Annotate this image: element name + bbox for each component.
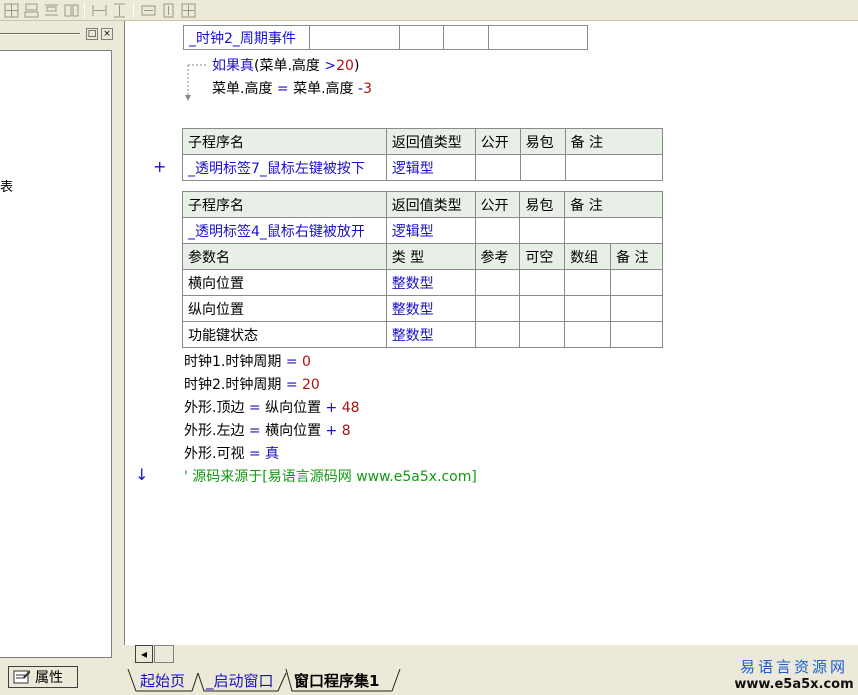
header-cell: 子程序名 [182,128,387,155]
event-table: _时钟2_周期事件 [183,25,588,50]
header-cell: 返回值类型 [385,128,476,155]
center-icon[interactable] [179,1,198,20]
tab-startup-window[interactable]: _启动窗口 [206,669,274,693]
flow-guide-icon [185,64,208,101]
stretch-v-icon[interactable] [159,1,178,20]
table-row: 参数名 类 型 参考 可空 数组 备 注 [182,243,663,270]
tab-start-page[interactable]: 起始页 [140,669,185,693]
header-cell: 备 注 [564,128,664,155]
layout-icon-4[interactable] [62,1,81,20]
param-name[interactable]: 横向位置 [182,269,387,296]
close-icon[interactable]: × [101,28,113,40]
header-cell: 参数名 [182,243,387,270]
table-row: _透明标签7_鼠标左键被按下 逻辑型 [182,154,664,181]
watermark-title: 易语言资源网 [739,658,848,676]
header-cell: 备 注 [610,243,663,270]
header-cell: 参考 [474,243,521,270]
table-row: _时钟2_周期事件 [183,25,588,50]
if-keyword: 如果真 [212,58,254,74]
watermark-url: www.e5a5x.com [734,677,854,692]
param-type[interactable]: 整数型 [385,321,476,348]
table-row: _透明标签4_鼠标右键被放开 逻辑型 [182,217,663,244]
header-cell: 易包 [519,191,566,218]
watermark-logo: 易语言资源网 www.e5a5x.com [730,656,858,694]
header-cell: 可空 [519,243,566,270]
code-line[interactable]: 外形.顶边 = 纵向位置 + 48 [184,397,360,417]
expand-icon[interactable]: + [153,157,166,176]
return-type[interactable]: 逻辑型 [385,217,476,244]
param-type[interactable]: 整数型 [385,269,476,296]
restore-icon[interactable]: □ [86,28,98,40]
property-tab[interactable]: 属性 [8,666,78,688]
body-num: 3 [363,81,372,97]
code-line[interactable]: 时钟2.时钟周期 = 20 [184,374,320,394]
param-name[interactable]: 功能键状态 [182,321,387,348]
body-rhs: 菜单.高度 [288,81,358,97]
code-line[interactable]: 时钟1.时钟周期 = 0 [184,351,311,371]
table-row: 子程序名 返回值类型 公开 易包 备 注 [182,191,663,218]
scroll-left-button[interactable]: ◂ [135,645,153,663]
return-type[interactable]: 逻辑型 [385,154,476,181]
tab-window-assembly[interactable]: 窗口程序集1 [294,669,379,693]
header-cell: 数组 [564,243,612,270]
header-cell: 返回值类型 [385,191,476,218]
code-line[interactable]: 外形.左边 = 横向位置 + 8 [184,420,351,440]
current-line-arrow-icon: ↓ [135,465,149,484]
arrow-left-icon: ◂ [140,647,148,661]
table-row: 纵向位置 整数型 [182,295,663,322]
if-cond-open: (菜单.高度 [254,58,325,74]
left-panel: □ × 表 属性 [0,21,124,695]
property-icon [13,670,30,684]
tree-item-fragment[interactable]: 表 [0,176,13,195]
toolbar [0,0,858,21]
body-eq: = [276,81,289,97]
sub-name[interactable]: _透明标签4_鼠标右键被放开 [182,217,387,244]
header-cell: 备 注 [564,191,663,218]
header-cell: 易包 [519,128,566,155]
align-v-icon[interactable] [110,1,129,20]
if-cond-close: ) [353,58,360,74]
property-tab-label: 属性 [35,670,63,686]
if-body-line[interactable]: 菜单.高度 = 菜单.高度 -3 [212,78,372,98]
code-line[interactable]: 外形.可视 = 真 [184,443,279,463]
header-cell: 公开 [474,191,521,218]
table-row: 子程序名 返回值类型 公开 易包 备 注 [182,128,664,155]
if-cond-num: 20 [336,58,354,74]
table-row: 横向位置 整数型 [182,269,663,296]
if-cond-op: > [324,58,337,74]
scroll-thumb[interactable] [154,645,174,663]
stretch-h-icon[interactable] [139,1,158,20]
project-tree[interactable]: 表 [0,50,112,658]
sub2-table: 子程序名 返回值类型 公开 易包 备 注 _透明标签4_鼠标右键被放开 逻辑型 … [182,191,663,348]
sub-name[interactable]: _透明标签7_鼠标左键被按下 [182,154,387,181]
if-line[interactable]: 如果真(菜单.高度 >20) [212,55,359,75]
param-name[interactable]: 纵向位置 [182,295,387,322]
panel-grip[interactable] [0,33,80,35]
panel-title-bar: □ × [0,25,120,43]
body-lhs: 菜单.高度 [212,81,277,97]
sub1-table: 子程序名 返回值类型 公开 易包 备 注 _透明标签7_鼠标左键被按下 逻辑型 [182,128,664,181]
layout-icon-1[interactable] [2,1,21,20]
comment-line[interactable]: ' 源码来源于[易语言源码网 www.e5a5x.com] [184,466,477,486]
header-cell: 类 型 [385,243,476,270]
layout-icon-3[interactable] [42,1,61,20]
param-type[interactable]: 整数型 [385,295,476,322]
table-row: 功能键状态 整数型 [182,321,663,348]
code-editor[interactable]: _时钟2_周期事件 如果真(菜单.高度 >20) 菜单.高度 = 菜单.高度 -… [124,21,858,645]
header-cell: 子程序名 [182,191,387,218]
panel-scrollbar[interactable] [112,50,118,658]
align-h-icon[interactable] [90,1,109,20]
layout-icon-2[interactable] [22,1,41,20]
event-name[interactable]: _时钟2_周期事件 [183,25,310,50]
header-cell: 公开 [474,128,521,155]
